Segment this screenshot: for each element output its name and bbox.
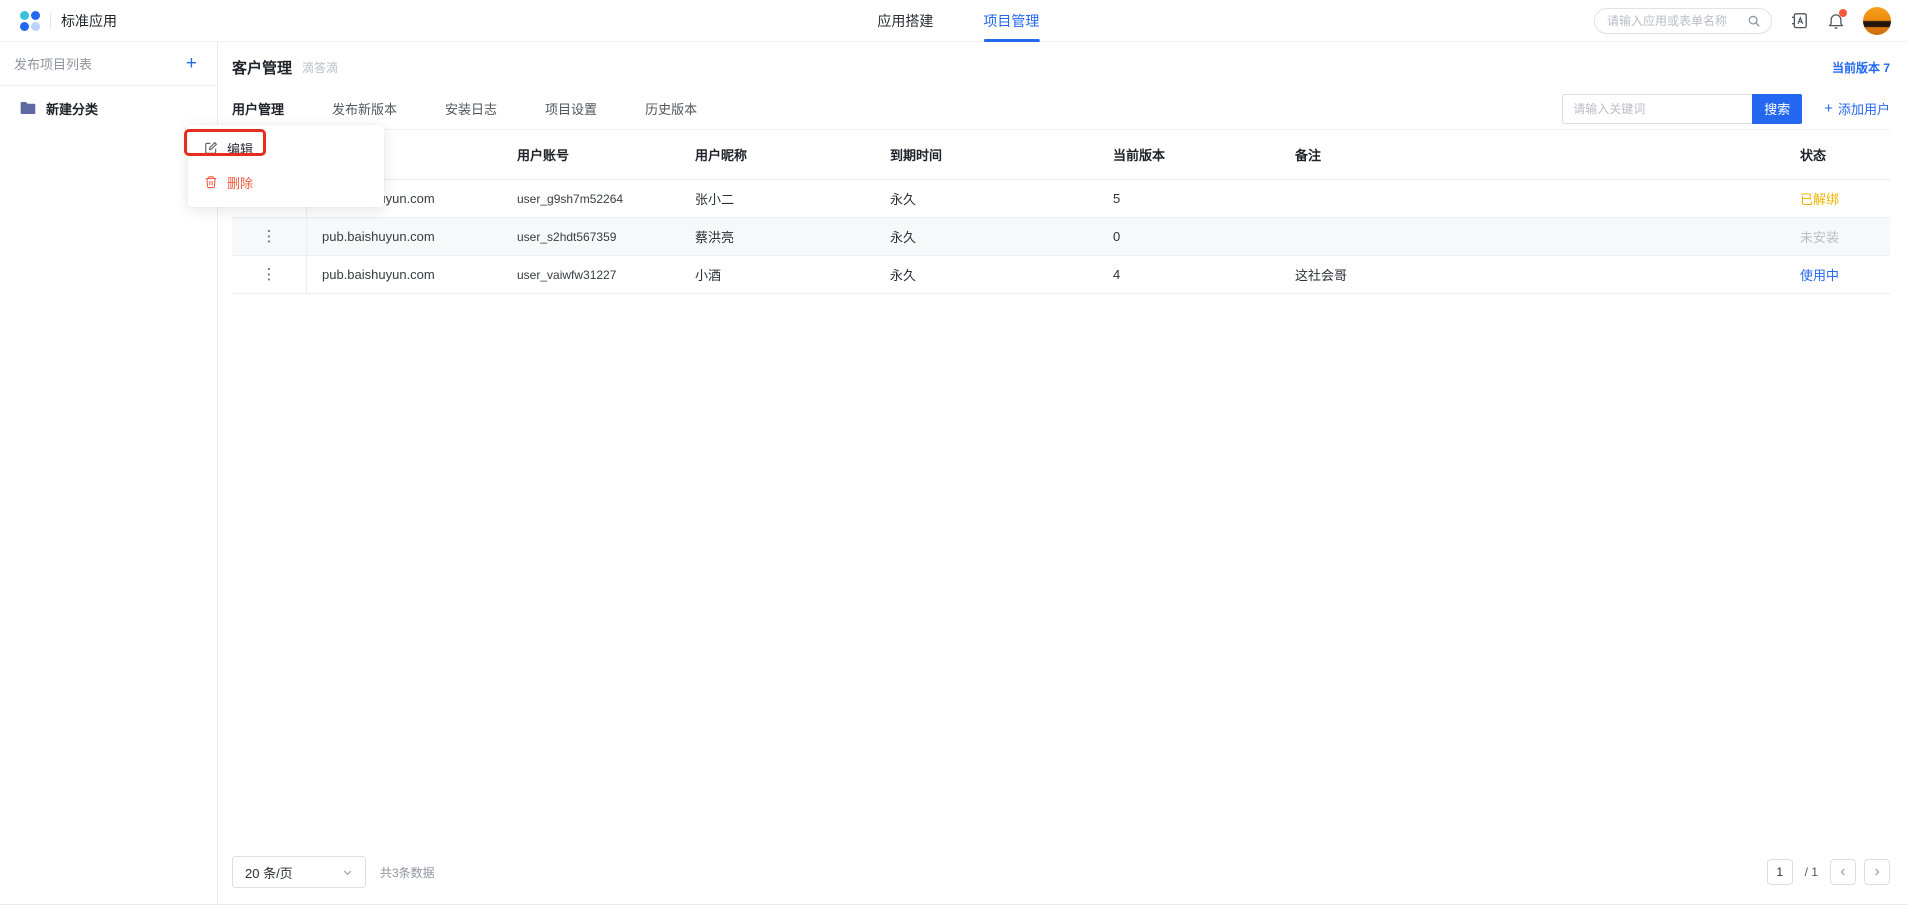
user-table: 用户账号 用户昵称 到期时间 当前版本 备注 状态 ⋮ pub.baishuyu… [232,130,1890,294]
row-domain: pub.baishuyun.com [307,267,517,282]
row-version: 0 [1113,229,1295,244]
table-header: 用户账号 用户昵称 到期时间 当前版本 备注 状态 [232,130,1890,180]
sidebar-item-category[interactable]: 新建分类 [0,88,217,128]
sidebar-item-label: 新建分类 [46,99,98,118]
user-avatar[interactable] [1863,7,1891,35]
pagination-bar: 20 条/页 共3条数据 1 / 1 [232,856,1890,888]
page-count-label: / 1 [1805,865,1818,879]
col-expire: 到期时间 [890,145,1113,164]
trash-icon [204,175,218,189]
contacts-icon[interactable] [1790,11,1809,30]
page-title: 客户管理 [232,57,292,78]
col-nickname: 用户昵称 [695,145,890,164]
row-expire: 永久 [890,189,1113,208]
row-version: 5 [1113,191,1295,206]
row-nickname: 小酒 [695,265,890,284]
prev-page-button[interactable] [1830,859,1856,885]
top-bar: 标准应用 应用搭建 项目管理 [0,0,1907,42]
nav-tab-app-build[interactable]: 应用搭建 [877,0,933,42]
keyword-search-input[interactable] [1562,94,1752,124]
table-row: ⋮ pub.baishuyun.com user_g9sh7m52264 张小二… [232,180,1890,218]
add-user-label: 添加用户 [1838,99,1890,118]
table-row: ⋮ pub.baishuyun.com user_vaiwfw31227 小酒 … [232,256,1890,294]
page-size-value: 20 条/页 [245,863,293,882]
row-context-menu: 编辑 删除 [188,125,384,207]
row-account: user_vaiwfw31227 [517,268,695,282]
row-status: 使用中 [1800,265,1890,284]
plus-icon: + [1824,100,1833,117]
row-remark: 这社会哥 [1295,265,1800,284]
sidebar: 发布项目列表 + 新建分类 [0,42,218,904]
current-version-label: 当前版本 7 [1832,59,1890,76]
add-user-button[interactable]: + 添加用户 [1824,99,1890,118]
tab-history-versions[interactable]: 历史版本 [645,99,697,118]
tab-publish-new-version[interactable]: 发布新版本 [332,99,397,118]
global-search[interactable] [1594,8,1772,34]
sidebar-title: 发布项目列表 [14,54,92,73]
notification-bell-icon[interactable] [1827,12,1845,30]
nav-tab-project-management[interactable]: 项目管理 [983,0,1039,42]
delete-label: 删除 [227,173,253,192]
search-icon [1747,14,1761,28]
tab-user-management[interactable]: 用户管理 [232,99,284,118]
tab-install-log[interactable]: 安装日志 [445,99,497,118]
primary-nav: 应用搭建 项目管理 [877,0,1039,42]
next-page-button[interactable] [1864,859,1890,885]
row-actions-kebab-icon[interactable]: ⋮ [262,267,277,282]
edit-label: 编辑 [227,139,253,158]
row-status: 未安装 [1800,227,1890,246]
table-row: ⋮ pub.baishuyun.com user_s2hdt567359 蔡洪亮… [232,218,1890,256]
add-category-icon[interactable]: + [186,54,197,73]
row-version: 4 [1113,267,1295,282]
app-title: 标准应用 [61,11,117,31]
divider [50,13,51,29]
row-nickname: 蔡洪亮 [695,227,890,246]
col-remark: 备注 [1295,145,1800,164]
row-account: user_g9sh7m52264 [517,192,695,206]
folder-icon [20,101,36,115]
row-status: 已解绑 [1800,189,1890,208]
context-menu-delete[interactable]: 删除 [188,167,384,197]
main-content: 客户管理 滴答滴 当前版本 7 用户管理 发布新版本 安装日志 项目设置 历史版… [218,42,1907,904]
edit-icon [204,141,218,155]
row-actions-kebab-icon[interactable]: ⋮ [262,229,277,244]
row-domain: pub.baishuyun.com [307,229,517,244]
col-account: 用户账号 [517,145,695,164]
row-nickname: 张小二 [695,189,890,208]
row-expire: 永久 [890,265,1113,284]
notification-badge [1839,9,1847,17]
context-menu-edit[interactable]: 编辑 [188,133,384,163]
app-logo-icon [20,11,40,31]
total-count-label: 共3条数据 [380,864,435,881]
col-status: 状态 [1800,145,1890,164]
row-expire: 永久 [890,227,1113,246]
row-account: user_s2hdt567359 [517,230,695,244]
search-button[interactable]: 搜索 [1752,94,1802,124]
chevron-down-icon [342,867,353,878]
col-version: 当前版本 [1113,145,1295,164]
page-size-select[interactable]: 20 条/页 [232,856,366,888]
current-page-input[interactable]: 1 [1767,859,1793,885]
tab-project-settings[interactable]: 项目设置 [545,99,597,118]
global-search-input[interactable] [1607,14,1747,28]
page-subtitle: 滴答滴 [302,59,338,76]
detail-tabs: 用户管理 发布新版本 安装日志 项目设置 历史版本 搜索 + 添加用户 [232,88,1890,130]
